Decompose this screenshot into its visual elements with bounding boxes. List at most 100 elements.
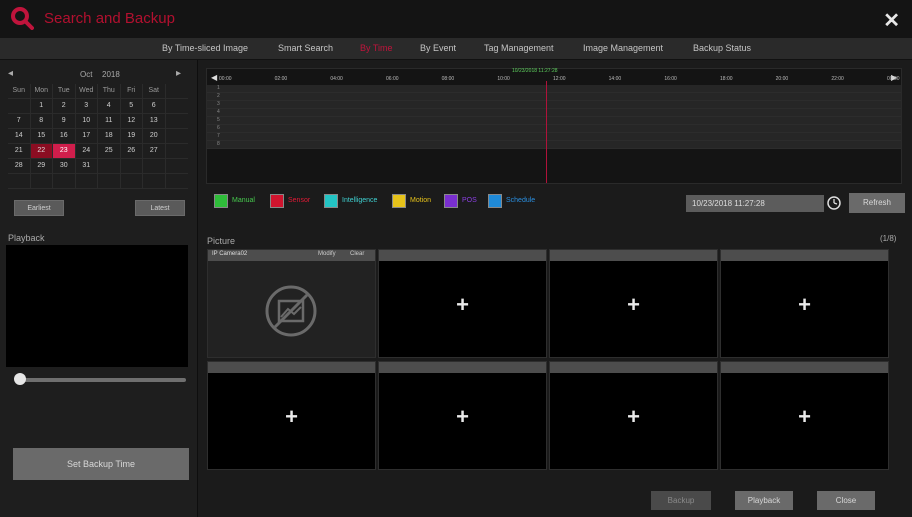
backup-button[interactable]: Backup — [651, 491, 711, 510]
picture-tile-empty[interactable]: + — [378, 361, 547, 470]
timeline-channel-row[interactable]: 2 — [207, 93, 901, 101]
calendar-day[interactable]: 2 — [53, 99, 76, 113]
add-picture-icon[interactable]: + — [721, 294, 888, 316]
calendar-month: Oct — [80, 70, 93, 79]
calendar-day[interactable]: 11 — [98, 114, 121, 128]
earliest-button[interactable]: Earliest — [14, 200, 64, 216]
picture-tile-clear-link[interactable]: Clear — [350, 251, 364, 257]
playback-slider-thumb[interactable] — [14, 373, 26, 385]
calendar-weekday: Sun — [8, 84, 31, 98]
calendar-day[interactable]: 28 — [8, 159, 31, 173]
tab-by-time-sliced-image[interactable]: By Time-sliced Image — [162, 43, 248, 53]
calendar-day[interactable]: 6 — [143, 99, 166, 113]
add-picture-icon[interactable]: + — [550, 406, 717, 428]
legend-checkbox[interactable] — [488, 194, 502, 208]
refresh-button[interactable]: Refresh — [849, 193, 905, 213]
timeline-hour-label: 16:00 — [664, 76, 677, 82]
playback-button[interactable]: Playback — [735, 491, 793, 510]
tab-by-time[interactable]: By Time — [360, 43, 393, 53]
timeline[interactable]: ◀ ▶ 00:00 02:00 04:00 06:00 08:00 10:00 12:00 1… — [206, 68, 902, 184]
legend-label: Intelligence — [342, 197, 378, 204]
calendar-day[interactable]: 23 — [53, 144, 76, 158]
add-picture-icon[interactable]: + — [379, 294, 546, 316]
calendar-day[interactable]: 15 — [31, 129, 53, 143]
timeline-channel-row[interactable]: 8 — [207, 141, 901, 149]
timeline-hour-label: 02:00 — [274, 76, 288, 82]
playback-slider[interactable] — [20, 378, 186, 382]
timeline-channel-row[interactable]: 6 — [207, 125, 901, 133]
calendar-day[interactable]: 25 — [98, 144, 121, 158]
timeline-channel-number: 5 — [217, 117, 220, 123]
timeline-channel-row[interactable]: 1 — [207, 85, 901, 93]
calendar-day[interactable]: 17 — [76, 129, 98, 143]
close-icon[interactable]: ✕ — [883, 8, 900, 33]
timeline-channel-row[interactable]: 3 — [207, 101, 901, 109]
calendar-day[interactable]: 29 — [31, 159, 53, 173]
calendar-day[interactable]: 4 — [98, 99, 121, 113]
calendar-day[interactable]: 31 — [76, 159, 98, 173]
timeline-hour-label: 20:00 — [775, 76, 789, 82]
legend-checkbox[interactable] — [324, 194, 338, 208]
calendar-day — [143, 159, 166, 173]
calendar-day[interactable]: 26 — [121, 144, 143, 158]
calendar-day[interactable]: 30 — [53, 159, 76, 173]
timeline-channel-row[interactable]: 7 — [207, 133, 901, 141]
datetime-field[interactable]: 10/23/2018 11:27:28 — [686, 195, 824, 212]
latest-button[interactable]: Latest — [135, 200, 185, 216]
calendar-day[interactable]: 9 — [53, 114, 76, 128]
calendar-day[interactable]: 12 — [121, 114, 143, 128]
calendar-day[interactable]: 5 — [121, 99, 143, 113]
picture-tile-empty[interactable]: + — [378, 249, 547, 358]
legend-label: Sensor — [288, 197, 311, 204]
clock-icon[interactable] — [826, 195, 842, 211]
add-picture-icon[interactable]: + — [379, 406, 546, 428]
calendar-day[interactable]: 22 — [30, 144, 53, 158]
calendar-day[interactable]: 10 — [76, 114, 98, 128]
calendar-day — [143, 174, 166, 188]
set-backup-time-button[interactable]: Set Backup Time — [13, 448, 189, 480]
tab-smart-search[interactable]: Smart Search — [278, 43, 333, 53]
picture-tile-empty[interactable]: + — [720, 249, 889, 358]
legend-checkbox[interactable] — [392, 194, 406, 208]
prev-month-icon[interactable]: ◂ — [8, 68, 13, 79]
calendar-day[interactable]: 7 — [8, 114, 31, 128]
calendar-day[interactable]: 18 — [98, 129, 121, 143]
calendar-day[interactable]: 27 — [143, 144, 166, 158]
calendar-day[interactable]: 19 — [121, 129, 143, 143]
calendar-day[interactable]: 24 — [76, 144, 98, 158]
calendar-day[interactable]: 14 — [8, 129, 31, 143]
playback-screen — [6, 245, 188, 367]
tab-backup-status[interactable]: Backup Status — [693, 43, 751, 53]
calendar-day[interactable]: 3 — [76, 99, 98, 113]
picture-tile-empty[interactable]: + — [549, 361, 718, 470]
tab-tag-management[interactable]: Tag Management — [484, 43, 554, 53]
picture-tile-empty[interactable]: + — [720, 361, 889, 470]
add-picture-icon[interactable]: + — [550, 294, 717, 316]
close-button[interactable]: Close — [817, 491, 875, 510]
calendar-day[interactable]: 16 — [53, 129, 76, 143]
timeline-channel-row[interactable]: 5 — [207, 117, 901, 125]
legend-checkbox[interactable] — [270, 194, 284, 208]
add-picture-icon[interactable]: + — [208, 406, 375, 428]
calendar-day[interactable]: 20 — [143, 129, 166, 143]
picture-tile-camera[interactable]: IP Camera02 Modify Clear — [207, 249, 376, 358]
legend-checkbox[interactable] — [214, 194, 228, 208]
next-month-icon[interactable]: ▸ — [176, 68, 181, 79]
add-picture-icon[interactable]: + — [721, 406, 888, 428]
picture-tile-modify-link[interactable]: Modify — [318, 251, 336, 257]
picture-tile-empty[interactable]: + — [549, 249, 718, 358]
picture-tile-header: IP Camera02 Modify Clear — [208, 250, 375, 261]
calendar-day[interactable]: 1 — [31, 99, 53, 113]
timeline-prev-icon[interactable]: ◀ — [211, 73, 217, 82]
calendar-day[interactable]: 8 — [31, 114, 53, 128]
timeline-cursor[interactable] — [545, 81, 547, 183]
timeline-channel-row[interactable]: 4 — [207, 109, 901, 117]
calendar-week-row: 123456 — [8, 99, 188, 114]
legend-checkbox[interactable] — [444, 194, 458, 208]
calendar-day[interactable]: 21 — [8, 144, 31, 158]
picture-tile-empty[interactable]: + — [207, 361, 376, 470]
tab-by-event[interactable]: By Event — [420, 43, 456, 53]
calendar-day[interactable]: 13 — [143, 114, 166, 128]
tab-image-management[interactable]: Image Management — [583, 43, 663, 53]
calendar-day — [31, 174, 53, 188]
